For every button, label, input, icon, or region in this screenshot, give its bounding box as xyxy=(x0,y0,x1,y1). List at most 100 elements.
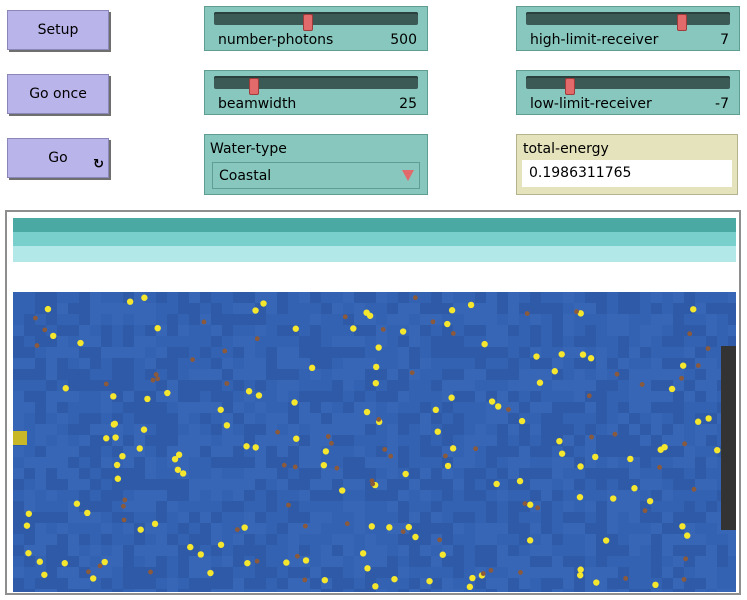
water-cell xyxy=(519,380,530,391)
water-cell xyxy=(200,490,211,501)
water-cell xyxy=(79,424,90,435)
water-cell xyxy=(420,325,431,336)
photon xyxy=(350,325,357,332)
photon xyxy=(386,524,393,531)
water-cell xyxy=(497,457,508,468)
water-cell xyxy=(112,490,123,501)
water-cell xyxy=(629,391,640,402)
water-cell xyxy=(343,512,354,523)
water-cell xyxy=(376,424,387,435)
slider-thumb[interactable] xyxy=(677,14,687,31)
water-cell xyxy=(684,545,695,556)
water-cell xyxy=(156,446,167,457)
absorbed-photon xyxy=(388,453,394,459)
slider-track[interactable] xyxy=(526,76,730,95)
water-cell xyxy=(35,358,46,369)
water-cell xyxy=(574,380,585,391)
water-cell xyxy=(167,501,178,512)
water-cell xyxy=(299,292,310,303)
water-cell xyxy=(211,358,222,369)
water-cell xyxy=(233,479,244,490)
water-cell xyxy=(475,292,486,303)
water-cell xyxy=(321,402,332,413)
water-cell xyxy=(123,556,134,567)
water-cell xyxy=(464,424,475,435)
water-cell xyxy=(79,468,90,479)
slider-track[interactable] xyxy=(214,76,418,95)
water-cell xyxy=(684,402,695,413)
water-cell xyxy=(486,435,497,446)
slider-thumb[interactable] xyxy=(565,78,575,95)
slider-track[interactable] xyxy=(214,12,418,31)
water-cell xyxy=(123,589,134,592)
water-cell xyxy=(233,424,244,435)
water-type-chooser[interactable]: Water-type Coastal xyxy=(204,134,428,195)
slider-track[interactable] xyxy=(526,12,730,31)
water-cell xyxy=(464,501,475,512)
water-cell xyxy=(420,358,431,369)
water-cell xyxy=(332,391,343,402)
water-cell xyxy=(167,589,178,592)
water-cell xyxy=(156,457,167,468)
slider-thumb[interactable] xyxy=(303,14,313,31)
slider-thumb[interactable] xyxy=(249,78,259,95)
water-cell xyxy=(24,325,35,336)
water-cell xyxy=(409,347,420,358)
water-cell xyxy=(178,336,189,347)
water-cell xyxy=(607,413,618,424)
setup-button[interactable]: Setup xyxy=(7,10,109,50)
water-cell xyxy=(277,479,288,490)
photon xyxy=(217,541,225,548)
water-cell xyxy=(706,578,717,589)
slider-low-limit-receiver[interactable]: low-limit-receiver -7 xyxy=(516,70,740,115)
water-cell xyxy=(79,556,90,567)
water-cell xyxy=(662,545,673,556)
slider-high-limit-receiver[interactable]: high-limit-receiver 7 xyxy=(516,6,740,51)
water-cell xyxy=(145,358,156,369)
water-cell xyxy=(321,380,332,391)
water-cell xyxy=(695,457,706,468)
water-cell xyxy=(266,589,277,592)
water-type-dropdown[interactable]: Coastal xyxy=(212,162,420,189)
water-cell xyxy=(189,479,200,490)
water-cell xyxy=(453,479,464,490)
water-cell xyxy=(552,567,563,578)
water-cell xyxy=(13,501,24,512)
water-cell xyxy=(145,314,156,325)
water-cell xyxy=(728,303,736,314)
water-cell xyxy=(299,380,310,391)
water-cell xyxy=(431,292,442,303)
water-cell xyxy=(266,303,277,314)
water-cell xyxy=(178,534,189,545)
water-cell xyxy=(541,292,552,303)
water-cell xyxy=(442,589,453,592)
water-cell xyxy=(101,446,112,457)
water-cell xyxy=(409,501,420,512)
water-cell xyxy=(585,413,596,424)
water-cell xyxy=(398,336,409,347)
photon xyxy=(444,462,452,470)
slider-beamwidth[interactable]: beamwidth 25 xyxy=(204,70,428,115)
go-once-button[interactable]: Go once xyxy=(7,74,109,114)
go-button[interactable]: Go ↻ xyxy=(7,138,109,178)
world-view[interactable] xyxy=(5,210,741,595)
water-cell xyxy=(343,534,354,545)
water-cell xyxy=(552,556,563,567)
water-cell xyxy=(640,534,651,545)
water-cell xyxy=(508,314,519,325)
water-cell xyxy=(277,314,288,325)
absorbed-photon xyxy=(450,330,456,336)
water-cell xyxy=(277,523,288,534)
photon xyxy=(114,475,122,482)
water-cell xyxy=(35,479,46,490)
water-cell xyxy=(640,336,651,347)
slider-number-photons[interactable]: number-photons 500 xyxy=(204,6,428,51)
water-cell xyxy=(211,347,222,358)
water-cell xyxy=(156,402,167,413)
water-cell xyxy=(409,578,420,589)
water-cell xyxy=(310,391,321,402)
water-cell xyxy=(57,490,68,501)
water-cell xyxy=(387,325,398,336)
water-cell xyxy=(101,292,112,303)
water-cell xyxy=(266,490,277,501)
